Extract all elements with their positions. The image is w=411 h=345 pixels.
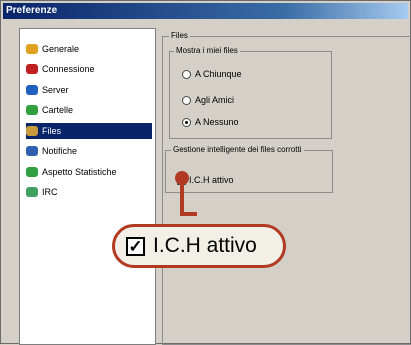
sidebar-item-label: Cartelle <box>42 105 74 115</box>
connection-icon <box>26 64 38 74</box>
sidebar-item-label: Files <box>42 126 62 136</box>
radio-indicator <box>182 69 191 79</box>
statistics-icon <box>26 167 38 177</box>
settings-icon <box>26 44 38 54</box>
category-list[interactable]: Generale Connessione Server Cartelle Fil… <box>19 28 156 345</box>
server-icon <box>26 85 38 95</box>
ich-callout: ✓ I.C.H attivo <box>112 224 286 268</box>
sidebar-item-label: Generale <box>42 44 80 54</box>
sidebar-item-label: Notifiche <box>42 146 78 156</box>
files-group-title: Files <box>169 31 190 41</box>
sidebar-item-cartelle[interactable]: Cartelle <box>26 102 152 118</box>
radio-indicator <box>182 95 191 105</box>
window-title: Preferenze <box>3 3 408 19</box>
sidebar-item-label: Server <box>42 85 69 95</box>
ich-group: Gestione intelligente dei files corrotti… <box>165 145 333 193</box>
sidebar-item-label: Connessione <box>42 64 95 74</box>
irc-icon <box>26 187 38 197</box>
sidebar-item-irc[interactable]: IRC <box>26 184 152 200</box>
callout-label: I.C.H attivo <box>153 234 257 257</box>
radio-a-chiunque[interactable]: A Chiunque <box>182 69 242 79</box>
preferences-window: Preferenze Generale Connessione Server C… <box>0 0 411 345</box>
checkbox-label: I.C.H attivo <box>189 175 234 185</box>
sidebar-item-notifiche[interactable]: Notifiche <box>26 143 152 159</box>
callout-leader-line <box>180 181 184 214</box>
sidebar-item-server[interactable]: Server <box>26 82 152 98</box>
radio-a-nessuno[interactable]: A Nessuno <box>182 117 239 127</box>
radio-agli-amici[interactable]: Agli Amici <box>182 95 234 105</box>
sidebar-item-files[interactable]: Files <box>26 123 152 139</box>
files-icon <box>26 126 38 136</box>
callout-leader-line <box>180 212 197 216</box>
radio-label: A Chiunque <box>195 69 242 79</box>
sidebar-item-label: Aspetto Statistiche <box>42 167 117 177</box>
sidebar-item-label: IRC <box>42 187 58 197</box>
radio-label: A Nessuno <box>195 117 239 127</box>
ich-group-title: Gestione intelligente dei files corrotti <box>171 145 304 155</box>
radio-indicator <box>182 117 191 127</box>
folder-icon <box>26 105 38 115</box>
sidebar-item-generale[interactable]: Generale <box>26 41 152 57</box>
share-files-group-title: Mostra i miei files <box>174 46 240 56</box>
check-icon: ✓ <box>126 236 145 256</box>
radio-label: Agli Amici <box>195 95 235 105</box>
share-files-group: Mostra i miei files A Chiunque Agli Amic… <box>169 46 332 139</box>
sidebar-item-aspetto-statistiche[interactable]: Aspetto Statistiche <box>26 164 152 180</box>
sidebar-item-connessione[interactable]: Connessione <box>26 61 152 77</box>
notifications-icon <box>26 146 38 156</box>
